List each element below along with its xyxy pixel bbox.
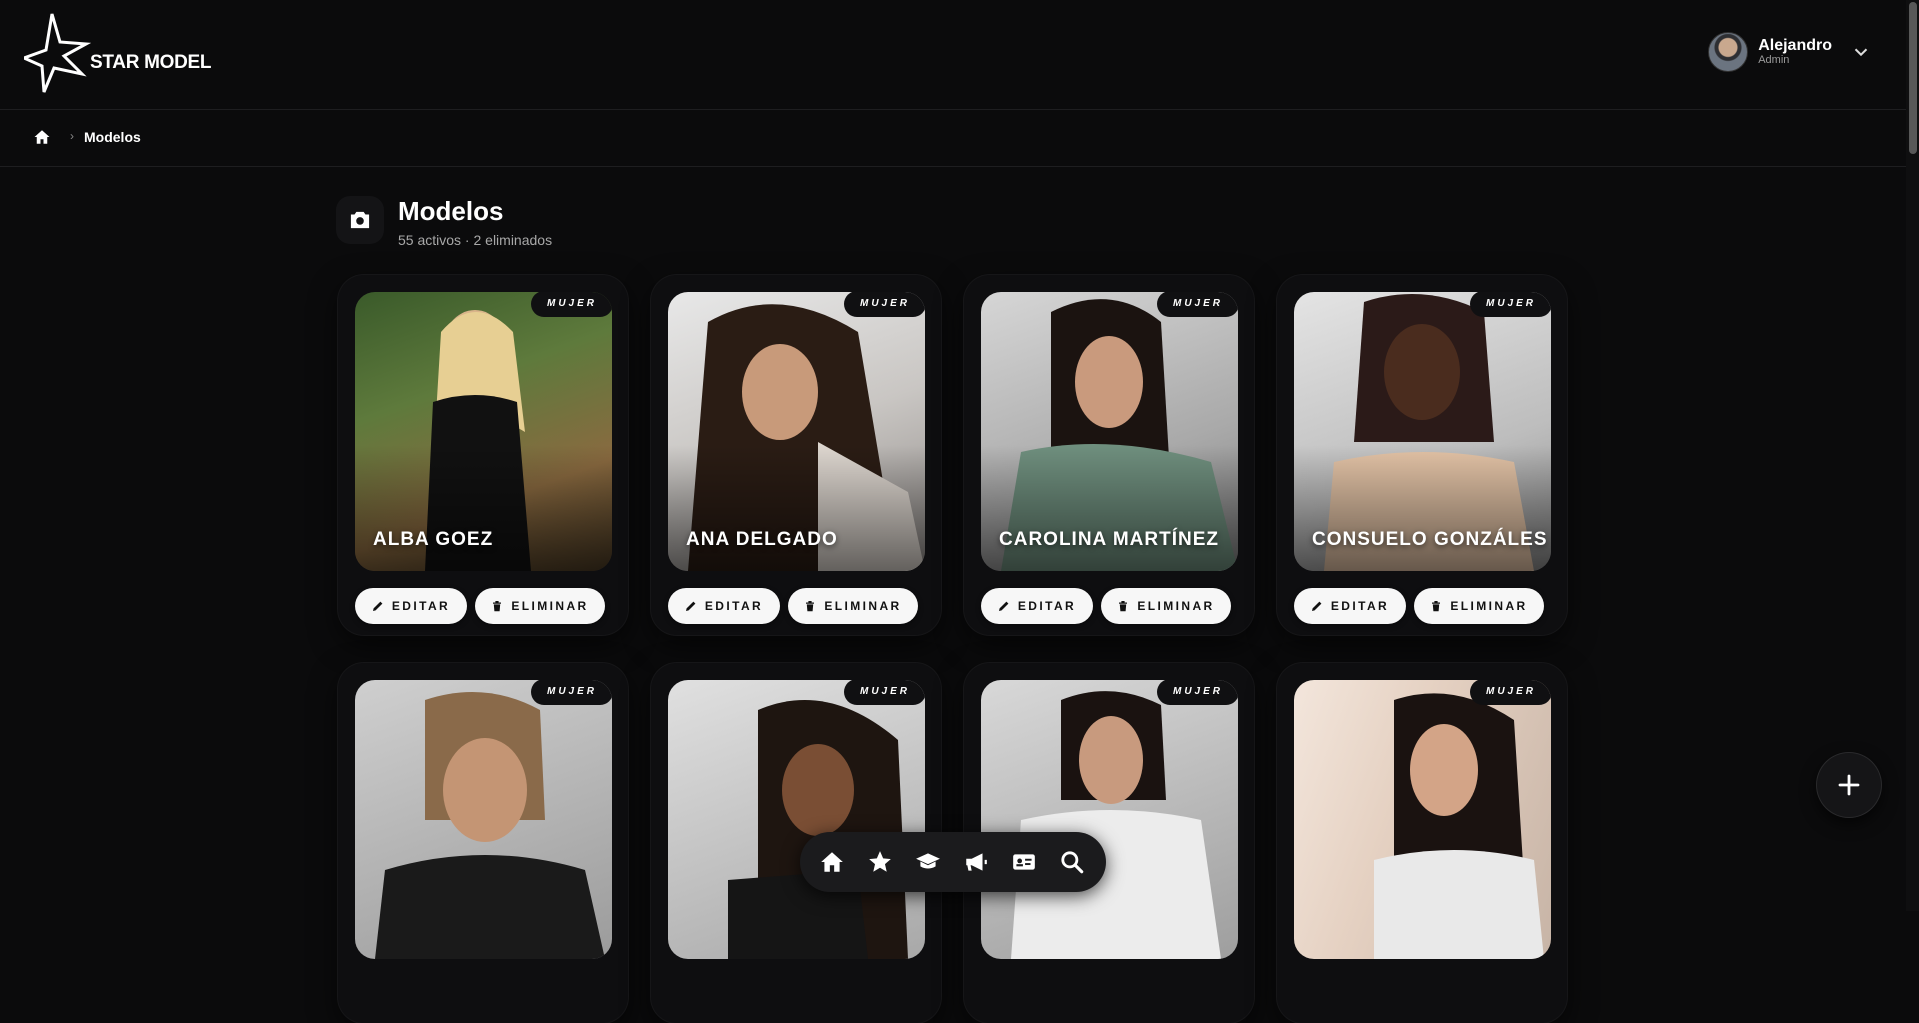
pencil-icon bbox=[372, 601, 383, 611]
pencil-icon bbox=[685, 601, 696, 611]
edit-button[interactable]: EDITAR bbox=[1294, 588, 1406, 624]
gender-badge: MUJER bbox=[843, 292, 925, 317]
scrollbar-thumb[interactable] bbox=[1909, 2, 1917, 154]
avatar[interactable] bbox=[1708, 32, 1749, 72]
home-icon[interactable] bbox=[819, 849, 845, 875]
model-photo[interactable]: MUJER ALBA GOEZ bbox=[355, 292, 612, 571]
delete-button[interactable]: ELIMINAR bbox=[475, 588, 605, 624]
model-card: MUJER ALBA GOEZ EDITAR ELIMINAR bbox=[338, 275, 628, 635]
trash-icon bbox=[493, 601, 502, 612]
page-subtitle: 55 activos · 2 eliminados bbox=[398, 232, 553, 248]
model-name: ANA DELGADO bbox=[686, 529, 838, 550]
delete-label: ELIMINAR bbox=[511, 599, 589, 613]
delete-button[interactable]: ELIMINAR bbox=[788, 588, 918, 624]
page-scrollbar[interactable] bbox=[1906, 0, 1919, 911]
brand-name: STAR MODEL bbox=[90, 52, 212, 73]
top-header: STAR MODEL Alejandro Admin bbox=[0, 0, 1906, 110]
gender-badge: MUJER bbox=[1469, 680, 1551, 705]
delete-button[interactable]: ELIMINAR bbox=[1414, 588, 1544, 624]
edit-button[interactable]: EDITAR bbox=[355, 588, 467, 624]
delete-button[interactable]: ELIMINAR bbox=[1101, 588, 1231, 624]
camera-icon bbox=[350, 211, 370, 229]
bottom-nav-dock bbox=[800, 832, 1106, 892]
breadcrumb-separator: › bbox=[70, 129, 74, 143]
model-photo[interactable]: MUJER ANA DELGADO bbox=[668, 292, 925, 571]
trash-icon bbox=[1432, 601, 1441, 612]
edit-label: EDITAR bbox=[1330, 599, 1390, 613]
gender-badge: MUJER bbox=[530, 680, 612, 705]
trash-icon bbox=[1119, 601, 1128, 612]
chevron-down-icon[interactable] bbox=[1850, 41, 1872, 63]
model-card: MUJER CAROLINA MARTÍNEZ EDITAR ELIMINAR bbox=[964, 275, 1254, 635]
breadcrumb: › Modelos bbox=[0, 110, 1906, 167]
user-role: Admin bbox=[1758, 53, 1790, 66]
model-photo[interactable]: MUJER bbox=[668, 680, 925, 959]
gender-badge: MUJER bbox=[843, 680, 925, 705]
plus-icon bbox=[1838, 774, 1860, 796]
model-card: MUJER ANA DELGADO EDITAR ELIMINAR bbox=[651, 275, 941, 635]
graduation-cap-icon[interactable] bbox=[915, 849, 941, 875]
delete-label: ELIMINAR bbox=[824, 599, 902, 613]
home-icon[interactable] bbox=[33, 128, 51, 146]
edit-button[interactable]: EDITAR bbox=[668, 588, 780, 624]
model-photo[interactable]: MUJER bbox=[981, 680, 1238, 959]
edit-label: EDITAR bbox=[704, 599, 764, 613]
model-card: MUJER bbox=[338, 663, 628, 1023]
trash-icon bbox=[806, 601, 815, 612]
edit-label: EDITAR bbox=[391, 599, 451, 613]
edit-button[interactable]: EDITAR bbox=[981, 588, 1093, 624]
model-photo[interactable]: MUJER bbox=[355, 680, 612, 959]
add-model-button[interactable] bbox=[1817, 753, 1881, 817]
id-card-icon[interactable] bbox=[1011, 849, 1037, 875]
pencil-icon bbox=[998, 601, 1009, 611]
gender-badge: MUJER bbox=[530, 292, 612, 317]
model-photo[interactable]: MUJER CONSUELO GONZÁLES bbox=[1294, 292, 1551, 571]
model-photo[interactable]: MUJER CAROLINA MARTÍNEZ bbox=[981, 292, 1238, 571]
megaphone-icon[interactable] bbox=[963, 849, 989, 875]
model-photo[interactable]: MUJER bbox=[1294, 680, 1551, 959]
star-model-logo[interactable]: STAR MODEL bbox=[24, 12, 212, 96]
model-card: MUJER bbox=[1277, 663, 1567, 1023]
page-title: Modelos bbox=[398, 196, 504, 226]
star-icon[interactable] bbox=[867, 849, 893, 875]
gender-badge: MUJER bbox=[1156, 292, 1238, 317]
model-name: ALBA GOEZ bbox=[373, 529, 494, 550]
model-name: CAROLINA MARTÍNEZ bbox=[999, 529, 1219, 550]
model-card: MUJER CONSUELO GONZÁLES EDITAR ELIMINAR bbox=[1277, 275, 1567, 635]
gender-badge: MUJER bbox=[1469, 292, 1551, 317]
model-name: CONSUELO GONZÁLES bbox=[1312, 529, 1548, 550]
gender-badge: MUJER bbox=[1156, 680, 1238, 705]
camera-icon-box bbox=[336, 196, 384, 244]
breadcrumb-current: Modelos bbox=[84, 129, 141, 145]
pencil-icon bbox=[1311, 601, 1322, 611]
user-menu[interactable]: Alejandro Admin bbox=[1708, 32, 1872, 72]
delete-label: ELIMINAR bbox=[1137, 599, 1215, 613]
delete-label: ELIMINAR bbox=[1450, 599, 1528, 613]
user-name: Alejandro bbox=[1758, 36, 1832, 54]
edit-label: EDITAR bbox=[1017, 599, 1077, 613]
search-icon[interactable] bbox=[1059, 849, 1085, 875]
